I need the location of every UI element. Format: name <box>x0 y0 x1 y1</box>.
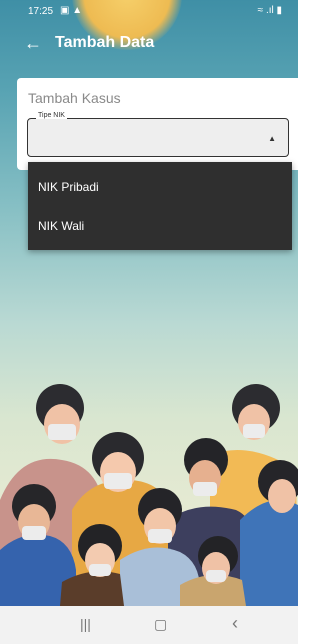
page-title: Tambah Data <box>55 34 155 51</box>
app-bar: ← Tambah Data <box>0 30 298 62</box>
notification-icons: ▣ ▲ <box>60 5 83 16</box>
app-screen: 17:25 ▣ ▲ ≈ .ıl ▮ ← Tambah Data Tambah K… <box>0 0 298 644</box>
status-bar: 17:25 ▣ ▲ ≈ .ıl ▮ <box>0 0 298 24</box>
card-title: Tambah Kasus <box>28 90 121 106</box>
system-icons: ≈ .ıl ▮ <box>257 5 282 16</box>
option-nik-pribadi[interactable]: NIK Pribadi <box>38 180 99 194</box>
triangle-up-icon[interactable]: ▲ <box>268 134 276 143</box>
back-nav-icon[interactable]: ‹ <box>232 613 238 634</box>
recent-apps-icon[interactable]: ||| <box>80 616 91 632</box>
option-nik-wali[interactable]: NIK Wali <box>38 219 84 233</box>
dropdown-menu: NIK Pribadi NIK Wali <box>28 162 292 250</box>
crowd-illustration <box>0 384 298 606</box>
form-card: Tambah Kasus Tipe NIK ▲ <box>17 78 298 170</box>
select-label: Tipe NIK <box>36 112 67 119</box>
arrow-left-icon[interactable]: ← <box>24 32 42 54</box>
status-time: 17:25 <box>28 6 54 17</box>
tipe-nik-select[interactable]: Tipe NIK ▲ <box>27 112 289 157</box>
system-nav-bar: ||| ▢ ‹ <box>0 606 298 644</box>
home-icon[interactable]: ▢ <box>154 616 167 633</box>
